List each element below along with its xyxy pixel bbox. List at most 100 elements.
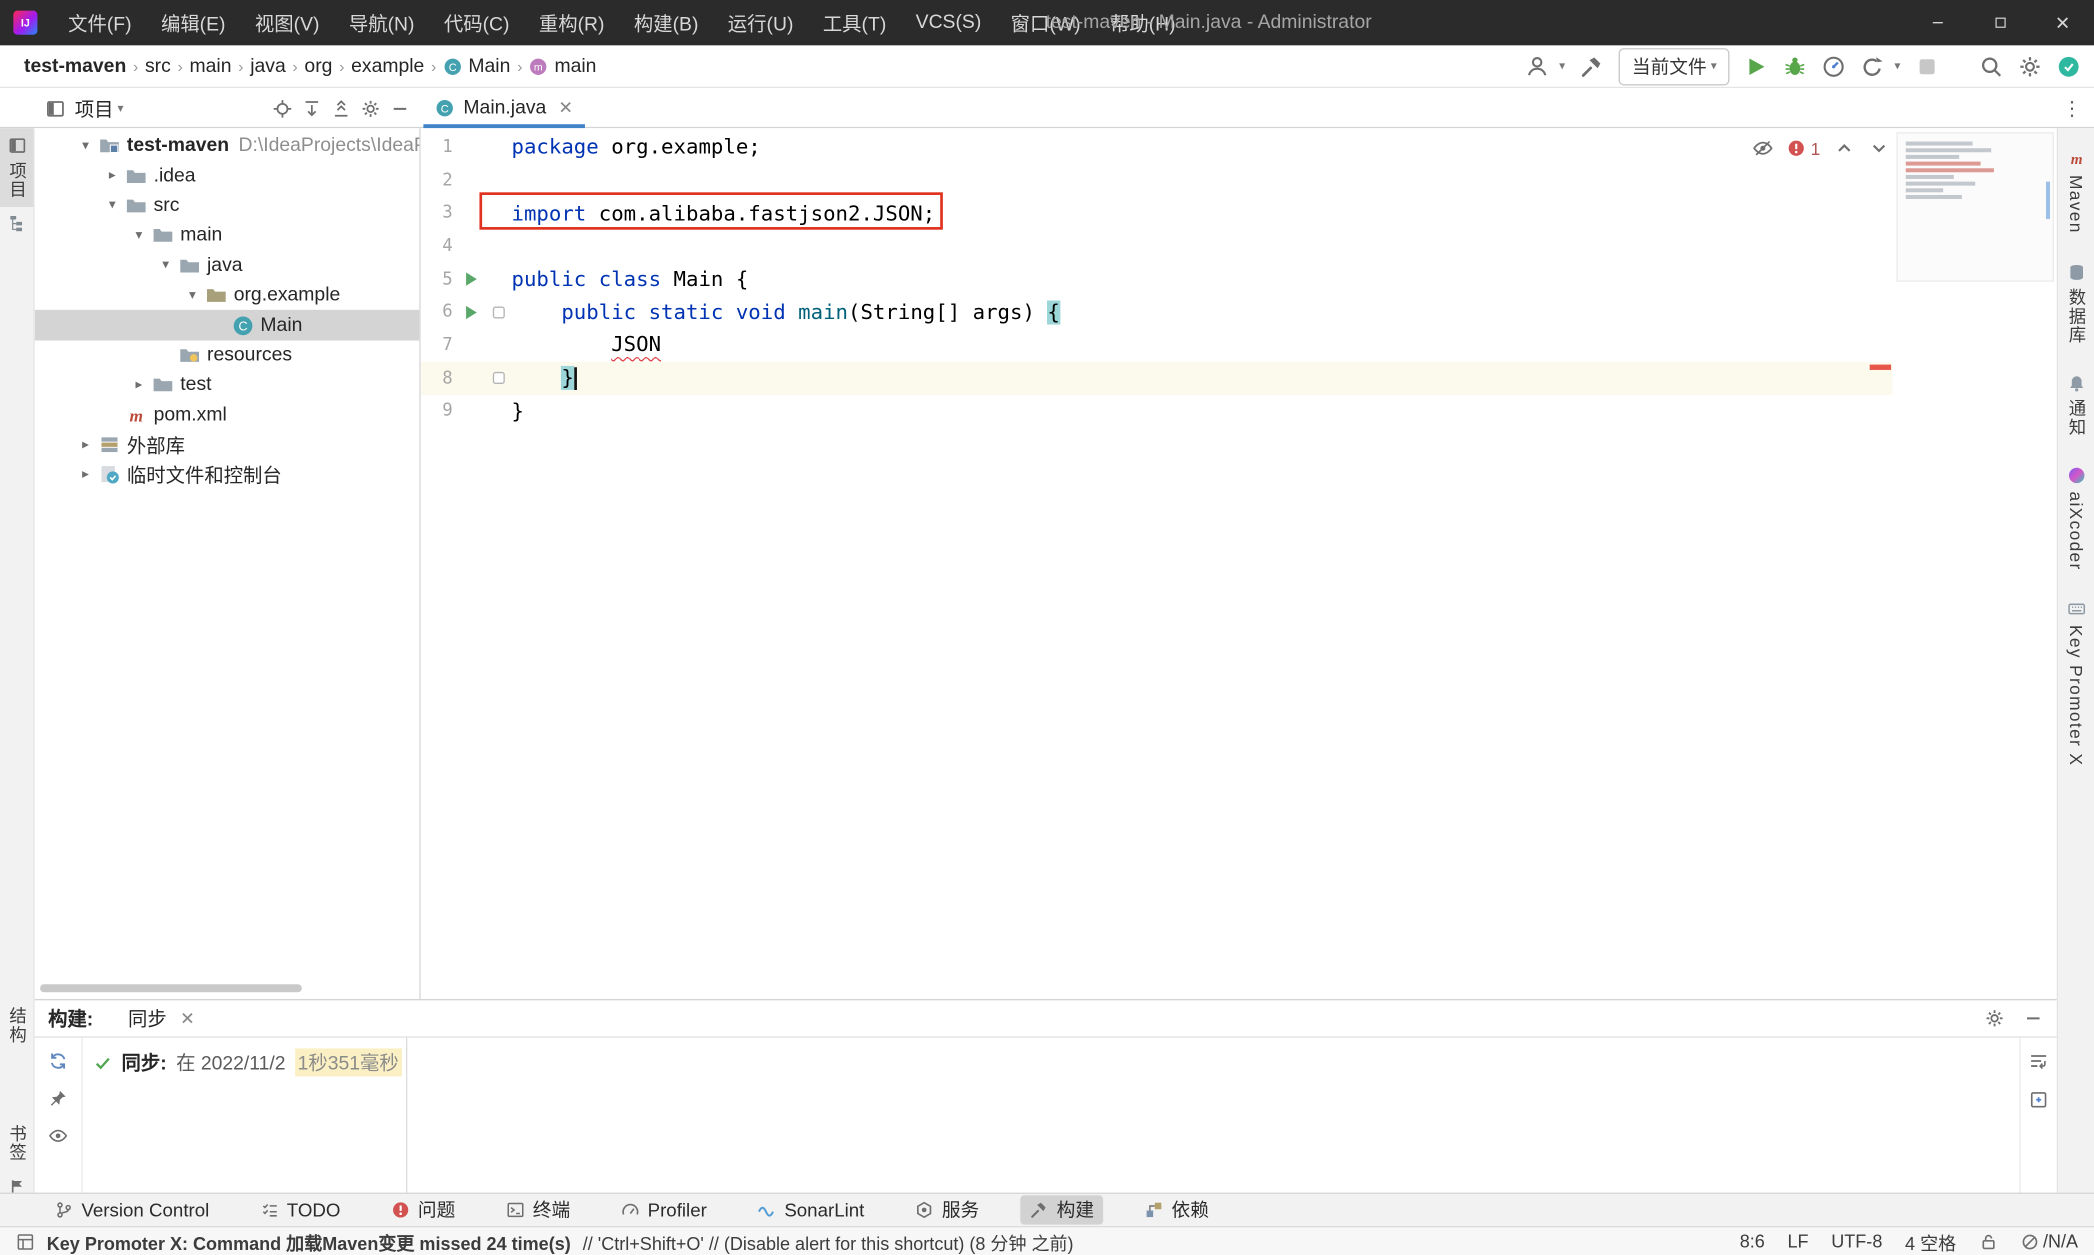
maximize-button[interactable]: [1969, 0, 2032, 45]
tree-item[interactable]: ▾java: [35, 250, 420, 280]
hide-panel-icon[interactable]: [2023, 1008, 2043, 1028]
minimap-scrollbar[interactable]: [2046, 182, 2050, 219]
chevron-down-icon[interactable]: ▾: [182, 288, 203, 303]
chevron-right-icon[interactable]: ▸: [75, 467, 96, 482]
locate-file-icon[interactable]: [272, 98, 292, 118]
code-line[interactable]: 8 }: [421, 362, 1893, 395]
breadcrumb-item[interactable]: org: [299, 55, 338, 76]
pin-icon[interactable]: [48, 1088, 68, 1108]
search-icon[interactable]: [1979, 54, 2003, 78]
menu-item[interactable]: 导航(N): [334, 0, 429, 45]
run-button[interactable]: [1745, 54, 1769, 78]
menu-item[interactable]: 构建(B): [619, 0, 713, 45]
chevron-down-icon[interactable]: ▾: [75, 138, 96, 153]
error-count-badge[interactable]: 1: [1787, 138, 1821, 158]
project-panel-title[interactable]: 项目: [75, 94, 114, 122]
status-message[interactable]: Key Promoter X: Command 加载Maven变更 missed…: [16, 1228, 1074, 1255]
tool-window-button[interactable]: 服务: [906, 1195, 989, 1224]
menu-item[interactable]: 运行(U): [713, 0, 808, 45]
settings-icon[interactable]: [2018, 54, 2042, 78]
status-widget[interactable]: 4 空格: [1905, 1228, 1956, 1255]
tool-stripe-item[interactable]: 通知: [2058, 366, 2094, 445]
tool-window-button[interactable]: Profiler: [612, 1198, 717, 1222]
code-line[interactable]: 6 public static void main(String[] args)…: [421, 296, 1893, 329]
breadcrumb-item[interactable]: example: [346, 55, 430, 76]
tree-item[interactable]: CMain: [35, 310, 420, 340]
status-widget[interactable]: LF: [1788, 1231, 1809, 1251]
sync-result-row[interactable]: 同步: 在 2022/11/2 1秒351毫秒: [93, 1048, 395, 1076]
inspection-eye-icon[interactable]: [1752, 138, 1773, 159]
code-line[interactable]: 4: [421, 230, 1893, 263]
code-line[interactable]: 1package org.example;: [421, 131, 1893, 164]
collapse-all-icon[interactable]: [331, 98, 351, 118]
menu-item[interactable]: 工具(T): [808, 0, 901, 45]
tree-item[interactable]: ▾org.example: [35, 280, 420, 310]
fold-icon[interactable]: [493, 306, 505, 318]
run-icon[interactable]: [465, 306, 478, 319]
soft-wrap-icon[interactable]: [2029, 1051, 2049, 1071]
breadcrumb-item[interactable]: CMain: [438, 55, 516, 76]
chevron-down-icon[interactable]: ▾: [155, 258, 176, 273]
commit-tool-icon[interactable]: [8, 214, 27, 233]
tree-item[interactable]: ▾main: [35, 221, 420, 251]
tool-window-button[interactable]: 终端: [497, 1195, 580, 1224]
build-settings-icon[interactable]: [1985, 1008, 2005, 1028]
tool-stripe-bookmarks[interactable]: 书签: [0, 1116, 33, 1169]
tool-window-button[interactable]: 依赖: [1135, 1195, 1218, 1224]
status-widget[interactable]: [1979, 1232, 1998, 1251]
tool-window-button[interactable]: Version Control: [45, 1198, 218, 1222]
run-config-select[interactable]: 当前文件 ▾: [1619, 47, 1731, 84]
next-error-icon[interactable]: [1868, 138, 1889, 159]
menu-item[interactable]: 文件(F): [53, 0, 146, 45]
refresh-icon[interactable]: [48, 1051, 68, 1071]
build-tab-sync[interactable]: 同步 ✕: [128, 1004, 195, 1032]
code-line[interactable]: 5public class Main {: [421, 263, 1893, 296]
minimap[interactable]: [1896, 132, 2054, 282]
tree-item[interactable]: ▸临时文件和控制台: [35, 460, 420, 490]
build-hammer-icon[interactable]: [1580, 54, 1604, 78]
editor-tab-main-java[interactable]: C Main.java ✕: [421, 88, 588, 128]
preview-eye-icon[interactable]: [48, 1126, 68, 1146]
breadcrumb-item[interactable]: main: [184, 55, 237, 76]
status-widget[interactable]: UTF-8: [1831, 1231, 1882, 1251]
tool-stripe-item[interactable]: 数据库: [2058, 255, 2094, 352]
tree-item[interactable]: ▸外部库: [35, 430, 420, 460]
breadcrumb-item[interactable]: mmain: [524, 55, 602, 76]
tool-stripe-project[interactable]: 项目: [0, 128, 33, 207]
tool-stripe-item[interactable]: aiXcoder: [2058, 458, 2094, 579]
hide-panel-icon[interactable]: [390, 98, 410, 118]
tool-window-button[interactable]: SonarLint: [748, 1198, 873, 1222]
menu-item[interactable]: 视图(V): [240, 0, 334, 45]
horizontal-scrollbar[interactable]: [40, 984, 302, 992]
code-line[interactable]: 9}: [421, 395, 1893, 428]
error-stripe-mark[interactable]: [1870, 365, 1891, 370]
editor-pane[interactable]: 1package org.example;23import com.alibab…: [421, 128, 2057, 999]
chevron-right-icon[interactable]: ▸: [75, 438, 96, 453]
code-area[interactable]: 1package org.example;23import com.alibab…: [421, 131, 1893, 428]
tool-window-button[interactable]: 问题: [382, 1195, 465, 1224]
expand-panel-icon[interactable]: [2029, 1090, 2049, 1110]
tree-item[interactable]: ▾test-mavenD:\IdeaProjects\IdeaProje: [35, 131, 420, 161]
tree-item[interactable]: ▸test: [35, 370, 420, 400]
chevron-down-icon[interactable]: ▾: [101, 198, 122, 213]
chevron-right-icon[interactable]: ▸: [128, 378, 149, 393]
chevron-down-icon[interactable]: ▾: [128, 228, 149, 243]
menu-item[interactable]: 代码(C): [429, 0, 524, 45]
minimize-button[interactable]: [1906, 0, 1969, 45]
debug-button[interactable]: [1784, 54, 1808, 78]
menu-item[interactable]: 编辑(E): [146, 0, 240, 45]
tool-window-button[interactable]: 构建: [1021, 1195, 1104, 1224]
tree-item[interactable]: resources: [35, 340, 420, 370]
panel-settings-icon[interactable]: [361, 98, 381, 118]
menu-item[interactable]: VCS(S): [901, 0, 996, 45]
breadcrumb-item[interactable]: src: [140, 55, 177, 76]
tool-windows-icon[interactable]: [16, 1232, 35, 1251]
plugin-icon[interactable]: [2057, 54, 2081, 78]
tool-window-button[interactable]: TODO: [251, 1198, 350, 1222]
prev-error-icon[interactable]: [1834, 138, 1855, 159]
close-tab-icon[interactable]: ✕: [180, 1008, 195, 1029]
rerun-button[interactable]: [1861, 54, 1885, 78]
menu-item[interactable]: 重构(R): [524, 0, 619, 45]
tool-stripe-structure[interactable]: 结构: [0, 999, 33, 1052]
status-widget[interactable]: /N/A: [2020, 1231, 2078, 1251]
